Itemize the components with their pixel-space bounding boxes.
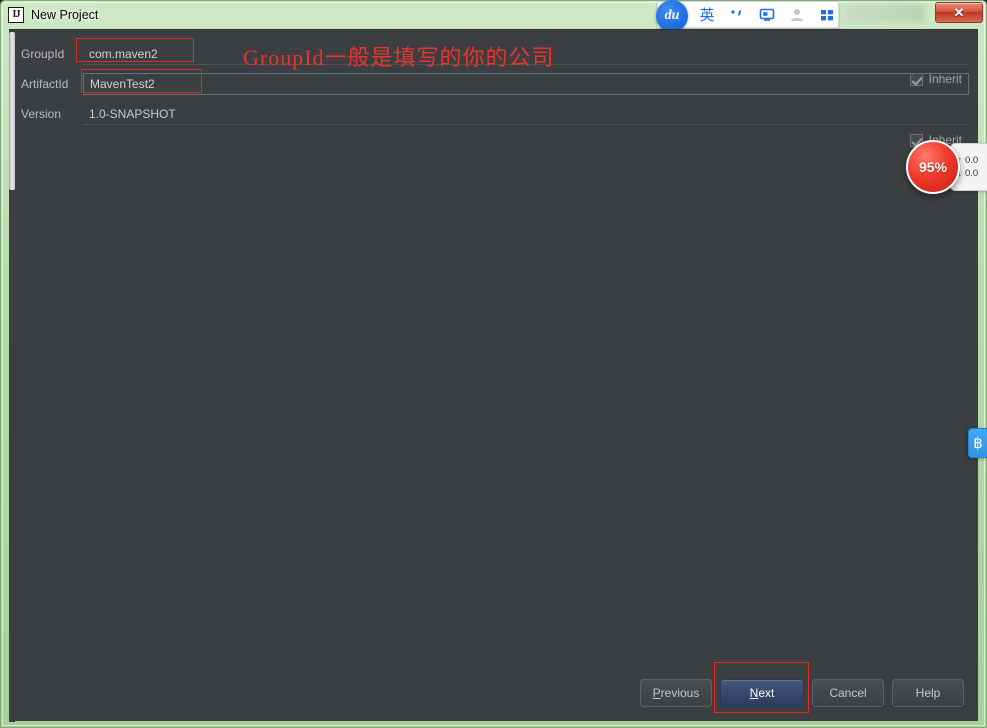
cancel-button[interactable]: Cancel (812, 679, 884, 707)
text-caret (201, 76, 202, 91)
maven-coordinates-form: GroupId ArtifactId Version (17, 39, 969, 129)
groupid-inherit-checkbox[interactable] (909, 72, 923, 86)
dialog-button-bar: Previous Next Cancel Help (640, 679, 964, 707)
previous-mnemonic: P (652, 686, 661, 700)
version-input[interactable] (83, 103, 969, 125)
dialog-client-area: GroupId ArtifactId Version (9, 29, 978, 722)
ime-user-account-icon[interactable] (782, 2, 812, 27)
upload-value: 0.0 (965, 155, 979, 166)
ime-language-mode-icon[interactable]: 英 (692, 2, 722, 27)
ime-toolbox-apps-icon[interactable] (812, 2, 842, 27)
window-title: New Project (31, 7, 99, 22)
form-row-version: Version (17, 99, 969, 129)
artifactid-field-wrap (83, 73, 969, 95)
help-button[interactable]: Help (892, 679, 964, 707)
screenshot-root: IJ New Project ✕ du 英 GroupId com.maven2… (0, 0, 987, 728)
close-button[interactable]: ✕ (935, 2, 983, 23)
artifactid-input[interactable] (83, 73, 969, 95)
version-field-wrap (83, 103, 969, 125)
download-value: 0.0 (965, 167, 979, 179)
left-scrollbar[interactable] (9, 30, 15, 722)
next-button[interactable]: Next (720, 679, 804, 707)
netspeed-values: 0.0 0.0 (965, 156, 978, 178)
groupid-field-wrap (83, 43, 969, 65)
groupid-inherit-checkbox-group[interactable]: Inherit (909, 72, 962, 86)
previous-button[interactable]: Previous (640, 679, 712, 707)
baidu-ime-toolbar[interactable]: du 英 (656, 0, 842, 32)
artifactid-label: ArtifactId (21, 77, 69, 91)
cpu-usage-bubble[interactable]: 95% (906, 140, 960, 194)
ime-punctuation-mode-icon[interactable] (722, 2, 752, 27)
next-label-rest: ext (758, 686, 775, 700)
close-icon: ✕ (953, 5, 965, 20)
intellij-idea-icon: IJ (8, 6, 24, 23)
groupid-input[interactable] (83, 43, 969, 65)
form-row-artifactid: ArtifactId (17, 69, 969, 99)
version-label: Version (21, 107, 62, 121)
cancel-label: Cancel (829, 686, 867, 700)
edge-dock-widget[interactable]: ฿ (968, 428, 987, 458)
previous-label-rest: revious (660, 686, 700, 700)
form-row-groupid: GroupId (17, 39, 969, 69)
groupid-inherit-label: Inherit (928, 72, 962, 86)
groupid-label: GroupId (21, 47, 65, 61)
help-label: Help (915, 686, 941, 700)
left-scrollbar-thumb[interactable] (9, 32, 15, 190)
ime-soft-keyboard-icon[interactable] (752, 2, 782, 27)
baidu-logo-icon[interactable]: du (656, 0, 688, 32)
next-mnemonic: N (749, 686, 759, 700)
